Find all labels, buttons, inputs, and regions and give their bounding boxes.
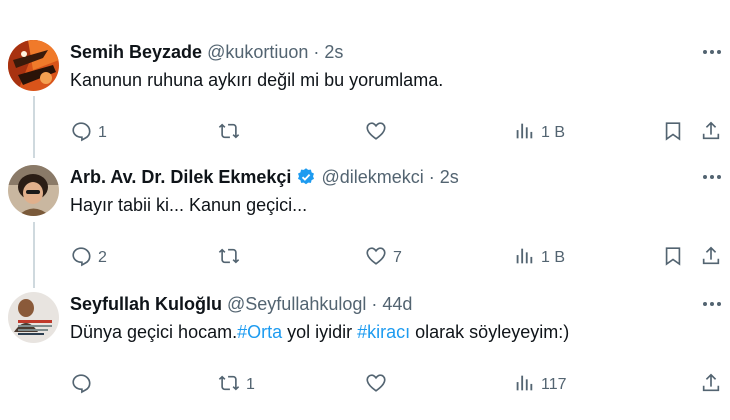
timestamp[interactable]: 44d [382, 294, 412, 315]
views-button[interactable]: 117 [513, 372, 567, 398]
author-handle[interactable]: @kukortiuon [207, 42, 308, 63]
views-button[interactable]: 1 B [513, 245, 565, 271]
action-bar: 1 117 [70, 372, 730, 398]
repost-icon [218, 245, 240, 272]
avatar[interactable] [8, 292, 59, 343]
reply-icon [70, 372, 92, 399]
author-handle[interactable]: @Seyfullahkulogl [227, 294, 366, 315]
more-icon[interactable] [700, 294, 724, 314]
like-button[interactable] [365, 120, 393, 146]
timestamp[interactable]: 2s [324, 42, 343, 63]
share-icon [700, 245, 722, 272]
repost-button[interactable]: 1 [218, 372, 255, 398]
views-icon [513, 372, 535, 399]
like-button[interactable] [365, 372, 393, 398]
like-button[interactable]: 7 [365, 245, 402, 271]
tweet-text: Dünya geçici hocam.#Orta yol iyidir #kir… [70, 322, 569, 343]
bookmark-button[interactable] [662, 120, 684, 146]
avatar[interactable] [8, 40, 59, 91]
views-icon [513, 120, 535, 147]
author-name[interactable]: Semih Beyzade [70, 42, 202, 63]
share-button[interactable] [700, 372, 722, 398]
repost-count: 1 [246, 376, 255, 393]
tweet-text-part: yol iyidir [282, 322, 358, 342]
share-icon [700, 120, 722, 147]
reply-button[interactable]: 1 [70, 120, 107, 146]
repost-icon [218, 120, 240, 147]
tweet-header: Semih Beyzade @kukortiuon · 2s [70, 40, 343, 64]
share-button[interactable] [700, 245, 722, 271]
action-bar: 1 1 B [70, 120, 730, 146]
hashtag-link[interactable]: #Orta [237, 322, 282, 342]
reply-icon [70, 245, 92, 272]
views-count: 1 B [541, 249, 566, 266]
tweet-text: Hayır tabii ki... Kanun geçici... [70, 195, 308, 215]
views-count: 1 B [541, 124, 566, 141]
more-icon[interactable] [700, 167, 724, 187]
tweet-2[interactable]: Arb. Av. Dr. Dilek Ekmekçi @dilekmekci ·… [0, 165, 730, 275]
author-handle[interactable]: @dilekmekci [321, 167, 423, 188]
like-count: 7 [393, 249, 402, 266]
verified-icon [296, 167, 316, 187]
repost-icon [218, 372, 240, 399]
tweet-header: Seyfullah Kuloğlu @Seyfullahkulogl · 44d [70, 292, 412, 316]
tweet-header: Arb. Av. Dr. Dilek Ekmekçi @dilekmekci ·… [70, 165, 459, 189]
like-icon [365, 120, 387, 147]
reply-button[interactable]: 2 [70, 245, 107, 271]
tweet-text-part: Dünya geçici hocam. [70, 322, 238, 342]
bookmark-icon [662, 120, 684, 147]
action-bar: 2 7 1 B [70, 245, 730, 271]
avatar[interactable] [8, 165, 59, 216]
share-button[interactable] [700, 120, 722, 146]
tweet-text-part: olarak söyleyeyim:) [410, 322, 570, 342]
repost-button[interactable] [218, 120, 246, 146]
hashtag-link[interactable]: #kiracı [357, 322, 410, 342]
views-count: 117 [541, 376, 567, 393]
like-icon [365, 245, 387, 272]
views-icon [513, 245, 535, 272]
author-name[interactable]: Arb. Av. Dr. Dilek Ekmekçi [70, 167, 291, 188]
reply-count: 1 [98, 124, 107, 141]
tweet-3[interactable]: Seyfullah Kuloğlu @Seyfullahkulogl · 44d… [0, 292, 730, 402]
like-icon [365, 372, 387, 399]
bookmark-icon [662, 245, 684, 272]
tweet-text: Kanunun ruhuna aykırı değil mi bu yoruml… [70, 70, 444, 90]
reply-count: 2 [98, 249, 107, 266]
reply-icon [70, 120, 92, 147]
separator-dot: · [428, 166, 435, 187]
separator-dot: · [313, 41, 320, 62]
separator-dot: · [371, 293, 378, 314]
timestamp[interactable]: 2s [440, 167, 459, 188]
share-icon [700, 372, 722, 399]
more-icon[interactable] [700, 42, 724, 62]
repost-button[interactable] [218, 245, 246, 271]
tweet-1[interactable]: Semih Beyzade @kukortiuon · 2s Kanunun r… [0, 40, 730, 150]
bookmark-button[interactable] [662, 245, 684, 271]
author-name[interactable]: Seyfullah Kuloğlu [70, 294, 222, 315]
views-button[interactable]: 1 B [513, 120, 565, 146]
reply-button[interactable] [70, 372, 98, 398]
